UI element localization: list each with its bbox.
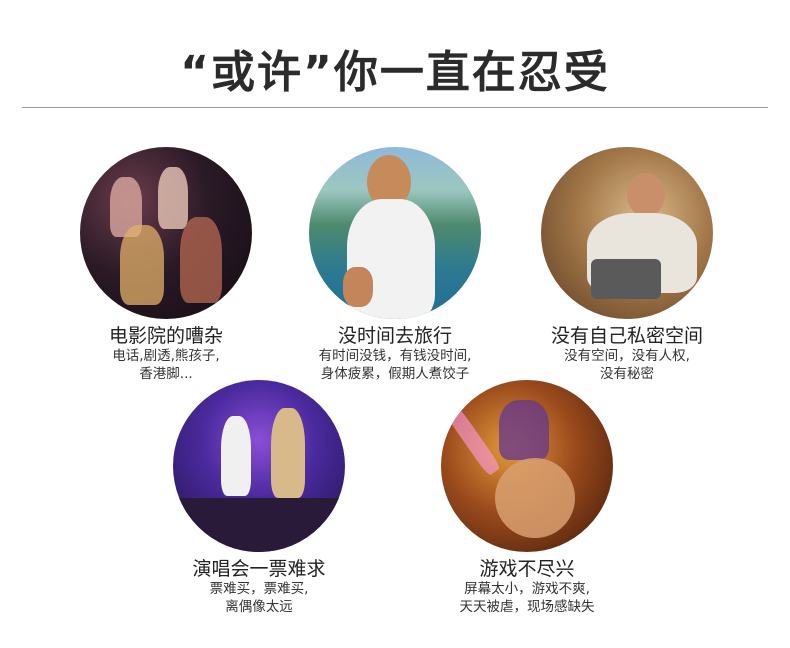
concert-photo (173, 380, 345, 552)
title-divider (22, 107, 768, 108)
item-private-space: 没有自己私密空间 没有空间，没有人权, 没有秘密 (507, 147, 747, 383)
item-caption: 演唱会一票难求 (192, 558, 326, 580)
item-desc-line1: 有时间没钱，有钱没时间, (318, 348, 472, 364)
game-artwork (441, 380, 613, 552)
item-desc-line2: 离偶像太远 (225, 599, 293, 615)
item-travel: 没时间去旅行 有时间没钱，有钱没时间, 身体疲累，假期人煮饺子 (275, 147, 515, 383)
item-desc-line1: 票难买，票难买, (209, 581, 309, 597)
item-caption: 没时间去旅行 (337, 325, 452, 347)
item-desc-line2: 天天被虐，现场感缺失 (459, 599, 595, 615)
page-title: “或许”你一直在忍受 (180, 47, 610, 98)
item-desc-line1: 没有空间，没有人权, (564, 348, 690, 364)
private-space-photo (541, 147, 713, 319)
item-game: 游戏不尽兴 屏幕太小，游戏不爽, 天天被虐，现场感缺失 (407, 380, 647, 616)
item-concert: 演唱会一票难求 票难买，票难买, 离偶像太远 (139, 380, 379, 616)
item-desc-line1: 屏幕太小，游戏不爽, (464, 581, 590, 597)
cinema-photo (80, 147, 252, 319)
item-caption: 游戏不尽兴 (479, 558, 575, 580)
item-caption: 电影院的嘈杂 (108, 325, 223, 347)
item-caption: 没有自己私密空间 (550, 325, 703, 347)
item-cinema: 电影院的嘈杂 电话,剧透,熊孩子, 香港脚... (46, 147, 286, 383)
item-desc-line1: 电话,剧透,熊孩子, (112, 348, 220, 364)
travel-photo (309, 147, 481, 319)
